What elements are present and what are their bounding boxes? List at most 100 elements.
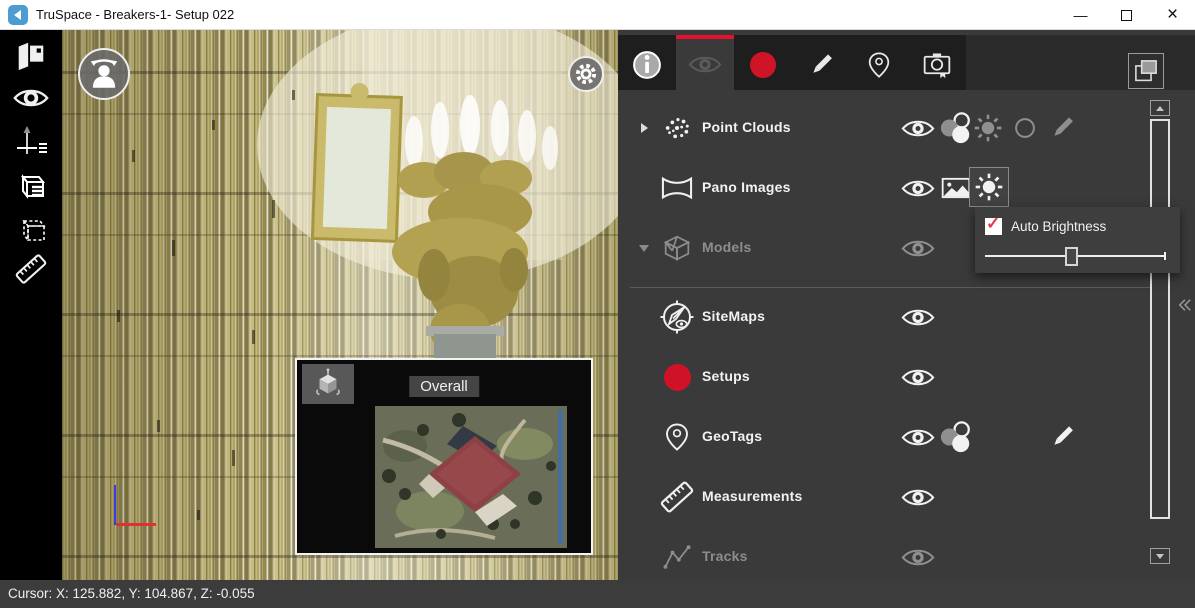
layer-label: Setups bbox=[702, 368, 750, 384]
visibility-eye-button[interactable] bbox=[900, 359, 936, 395]
leveling-button[interactable] bbox=[13, 124, 49, 160]
layer-row-sitemaps[interactable]: SiteMaps bbox=[618, 287, 1195, 347]
layer-label: GeoTags bbox=[702, 428, 762, 444]
info-icon bbox=[631, 49, 663, 81]
layer-label: Measurements bbox=[702, 488, 802, 504]
layer-label: Point Clouds bbox=[702, 119, 791, 135]
brightness-slider[interactable] bbox=[985, 245, 1166, 267]
aerial-overview-map[interactable] bbox=[375, 406, 567, 548]
layer-label: Pano Images bbox=[702, 179, 791, 195]
double-chevron-left-icon bbox=[1176, 296, 1194, 314]
visibility-eye-button[interactable] bbox=[900, 479, 936, 515]
tab-annotate[interactable] bbox=[792, 35, 850, 90]
ortho-view-icon bbox=[13, 167, 49, 203]
models-icon bbox=[658, 229, 696, 267]
maximize-button[interactable] bbox=[1104, 0, 1149, 30]
tab-visibility[interactable] bbox=[676, 35, 734, 90]
layer-row-geotags[interactable]: GeoTags bbox=[618, 407, 1195, 467]
scroll-up-button[interactable] bbox=[1150, 100, 1170, 116]
left-toolbar bbox=[0, 30, 62, 580]
minimap-view-label: Overall bbox=[409, 376, 479, 397]
maximize-icon bbox=[1121, 10, 1132, 21]
auto-brightness-label: Auto Brightness bbox=[1011, 219, 1106, 234]
pano-walkthrough-button[interactable] bbox=[13, 38, 49, 74]
panel-layout-button[interactable] bbox=[1128, 53, 1164, 89]
z-axis-indicator bbox=[114, 485, 116, 525]
pano-walkthrough-icon bbox=[14, 39, 48, 73]
tab-record[interactable] bbox=[734, 35, 792, 90]
close-icon: × bbox=[1167, 4, 1178, 26]
home-view-cube-button[interactable] bbox=[302, 364, 354, 404]
auto-brightness-checkbox[interactable]: ✓ bbox=[985, 218, 1002, 235]
visibility-eye-button[interactable] bbox=[900, 299, 936, 335]
layers-panel: Point Clouds Pano Images Models SiteMaps bbox=[618, 30, 1195, 580]
slider-endcap bbox=[1164, 252, 1166, 260]
limit-box-icon bbox=[13, 210, 49, 246]
visibility-eye-button[interactable] bbox=[900, 170, 936, 206]
panel-scrollbar bbox=[1147, 100, 1173, 567]
tracks-icon bbox=[658, 538, 696, 576]
setups-icon bbox=[658, 358, 696, 396]
settings-gear-button[interactable] bbox=[568, 56, 604, 92]
layer-row-point-clouds[interactable]: Point Clouds bbox=[618, 98, 1195, 158]
cursor-coordinates: Cursor: X: 125.882, Y: 104.867, Z: -0.05… bbox=[8, 580, 255, 608]
color-mode-button[interactable] bbox=[938, 110, 974, 146]
auto-brightness-popup: ✓ Auto Brightness bbox=[975, 207, 1180, 273]
layers-icon bbox=[1133, 58, 1159, 84]
layer-label: SiteMaps bbox=[702, 308, 765, 324]
ortho-view-button[interactable] bbox=[13, 167, 49, 203]
candelabra-point-cloud bbox=[392, 152, 532, 356]
contrast-button[interactable] bbox=[1007, 110, 1043, 146]
sitemaps-icon bbox=[658, 298, 696, 336]
app-window: TruSpace - Breakers-1- Setup 022 — × bbox=[0, 0, 1195, 608]
brightness-button[interactable] bbox=[970, 110, 1006, 146]
layer-label: Models bbox=[702, 239, 751, 255]
minimize-icon: — bbox=[1074, 7, 1088, 23]
minimize-button[interactable]: — bbox=[1058, 0, 1103, 30]
scroll-down-button[interactable] bbox=[1150, 548, 1170, 564]
tab-geotag[interactable] bbox=[850, 35, 908, 90]
tab-bar bbox=[618, 35, 966, 90]
status-bar: Cursor: X: 125.882, Y: 104.867, Z: -0.05… bbox=[0, 580, 1195, 608]
minimap-panel: Overall bbox=[295, 358, 593, 555]
window-title: TruSpace - Breakers-1- Setup 022 bbox=[36, 0, 234, 30]
measure-button[interactable] bbox=[13, 251, 49, 287]
camera-icon bbox=[922, 51, 952, 79]
layer-row-measurements[interactable]: Measurements bbox=[618, 467, 1195, 527]
layer-row-setups[interactable]: Setups bbox=[618, 347, 1195, 407]
pano-images-icon bbox=[658, 169, 696, 207]
collapse-arrow-icon[interactable] bbox=[639, 245, 649, 252]
title-bar: TruSpace - Breakers-1- Setup 022 — × bbox=[0, 0, 1195, 30]
layer-label: Tracks bbox=[702, 548, 748, 564]
arrow-down-icon bbox=[1156, 554, 1164, 559]
tab-snapshot[interactable] bbox=[908, 35, 966, 90]
edit-pencil-button[interactable] bbox=[1044, 419, 1080, 455]
pano-person-button[interactable] bbox=[78, 48, 130, 100]
close-button[interactable]: × bbox=[1150, 0, 1195, 30]
collapse-panel-button[interactable] bbox=[1176, 296, 1194, 319]
layer-row-tracks[interactable]: Tracks bbox=[618, 527, 1195, 587]
visibility-eye-button[interactable] bbox=[900, 110, 936, 146]
arrow-up-icon bbox=[1156, 106, 1164, 111]
gear-icon bbox=[572, 60, 600, 88]
x-axis-indicator bbox=[116, 523, 156, 526]
point-clouds-icon bbox=[658, 109, 696, 147]
point-cloud-viewport[interactable]: Overall bbox=[62, 30, 618, 580]
visibility-eye-button[interactable] bbox=[900, 419, 936, 455]
eye-icon bbox=[13, 86, 49, 110]
pencil-icon bbox=[806, 50, 836, 80]
visibility-eye-button[interactable] bbox=[900, 539, 936, 575]
scrollbar-thumb[interactable] bbox=[1150, 119, 1170, 519]
pin-icon bbox=[865, 51, 893, 79]
eye-icon bbox=[688, 53, 722, 76]
brightness-slider-handle[interactable] bbox=[1065, 247, 1078, 266]
visibility-eye-button[interactable] bbox=[900, 230, 936, 266]
edit-pencil-button[interactable] bbox=[1044, 110, 1080, 146]
visibility-mode-button[interactable] bbox=[13, 80, 49, 116]
expand-arrow-icon[interactable] bbox=[641, 123, 648, 133]
limit-box-button[interactable] bbox=[13, 210, 49, 246]
tab-info[interactable] bbox=[618, 35, 676, 90]
color-mode-button[interactable] bbox=[938, 419, 974, 455]
brightness-button-active[interactable] bbox=[969, 167, 1009, 207]
home-view-cube-icon bbox=[311, 367, 345, 401]
